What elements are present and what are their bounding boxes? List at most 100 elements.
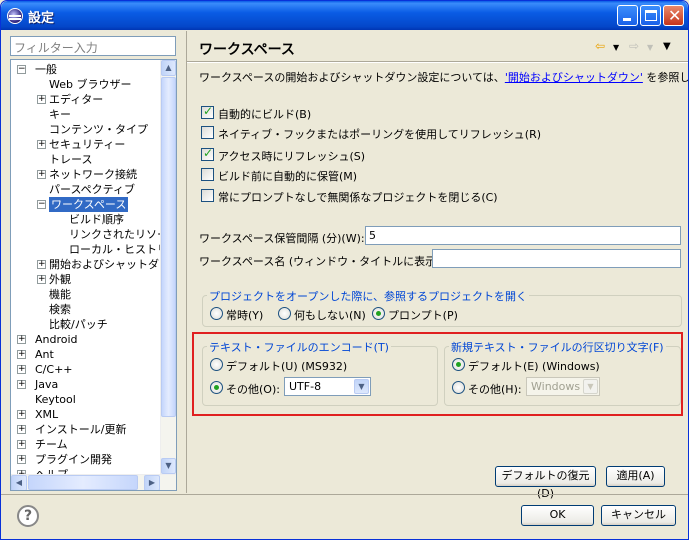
expand-icon[interactable]: + [17,440,26,449]
tree-item[interactable]: − 一般 [11,62,162,77]
tree-item[interactable]: + セキュリティー [11,137,162,152]
radio-prompt-control[interactable] [372,307,385,320]
checkbox-checked[interactable] [201,104,214,119]
tree-item[interactable]: キー [11,107,162,122]
tree-item[interactable]: リンクされたリソース [11,227,162,242]
expand-icon[interactable]: + [17,455,26,464]
open-referenced-projects-title: プロジェクトをオープンした際に、参照するプロジェクトを開く [207,288,530,304]
checkbox-label: アクセス時にリフレッシュ(S) [218,150,366,163]
tree-item-label: ビルド順序 [69,213,124,226]
view-menu-icon[interactable]: ▼ [663,41,671,52]
tree-item[interactable]: コンテンツ・タイプ [11,122,162,137]
forward-dropdown-icon[interactable]: ▼ [647,43,653,52]
tree-item[interactable]: + チーム [11,437,162,452]
tree-list: − 一般 Web ブラウザー + エディター キー コンテンツ・タイプ + セキュリティー トレー… [11,60,162,474]
collapse-icon[interactable]: − [17,65,26,74]
tree-item[interactable]: + Ant [11,347,162,362]
expand-icon[interactable]: + [17,410,26,419]
filter-input[interactable]: フィルター入力 [10,36,176,56]
tree-item-label: Keytool [35,393,76,406]
page-description: ワークスペースの開始およびシャットダウン設定については、'開始およびシャットダウ… [199,69,689,85]
scroll-right-button[interactable]: ▶ [144,475,160,490]
expand-icon[interactable]: + [37,260,46,269]
tree-item[interactable]: + 外観 [11,272,162,287]
tree-item-label: Web ブラウザー [49,78,132,91]
pane-divider[interactable] [186,31,187,493]
expand-icon[interactable]: + [17,380,26,389]
help-icon[interactable]: ? [17,505,39,527]
scroll-down-button[interactable]: ▼ [161,458,176,474]
tree-item-label: XML [35,408,59,421]
back-arrow-icon[interactable]: ⇦ [595,39,605,53]
horizontal-scroll-thumb[interactable] [28,475,138,490]
cancel-button[interactable]: キャンセル [601,505,676,526]
maximize-button[interactable] [640,5,661,26]
tree-item-label: ローカル・ヒストリー [69,243,162,256]
workspace-name-label: ワークスペース名 (ウィンドウ・タイトルに表示)(K): [199,255,460,268]
tree-item[interactable]: + インストール/更新 [11,422,162,437]
tree-item[interactable]: ローカル・ヒストリー [11,242,162,257]
radio-never-control[interactable] [278,307,291,320]
expand-icon[interactable]: + [37,95,46,104]
expand-icon[interactable]: + [17,425,26,434]
tree-item[interactable]: ビルド順序 [11,212,162,227]
tree-item[interactable]: 検索 [11,302,162,317]
description-suffix: を参照してください。 [646,71,689,84]
tree-item-label: Ant [35,348,54,361]
forward-arrow-icon[interactable]: ⇨ [629,39,639,53]
workspace-name-input[interactable] [432,249,681,268]
tree-item[interactable]: 比較/パッチ [11,317,162,332]
tree-item[interactable]: − ワークスペース [11,197,162,212]
scroll-up-button[interactable]: ▲ [161,60,176,76]
tree-item-label: 検索 [49,303,71,316]
tree-item[interactable]: +ヘルプ [11,467,162,474]
tree-item[interactable]: Web ブラウザー [11,77,162,92]
tree-item-label: 開始およびシャットダウン [49,258,162,271]
checkbox-unchecked[interactable] [201,126,214,139]
tree-item[interactable]: +開始およびシャットダウン [11,257,162,272]
back-dropdown-icon[interactable]: ▼ [613,43,619,52]
tree-item[interactable]: + プラグイン開発 [11,452,162,467]
preferences-window: 設定 ✕ フィルター入力 − 一般 Web ブラウザー + エディター キー コンテンツ・タ… [0,0,689,540]
expand-icon[interactable]: + [37,275,46,284]
expand-icon[interactable]: + [17,365,26,374]
startup-shutdown-link[interactable]: '開始およびシャットダウン' [505,71,643,84]
collapse-icon[interactable]: − [37,200,46,209]
tree-item[interactable]: 機能 [11,287,162,302]
title-bar[interactable]: 設定 ✕ [1,1,688,30]
tree-item-label: 比較/パッチ [49,318,108,331]
checkbox-checked[interactable] [201,146,214,161]
apply-button[interactable]: 適用(A) [606,466,665,487]
checkbox-unchecked[interactable] [201,189,214,202]
ok-button[interactable]: OK [521,505,594,526]
scroll-left-button[interactable]: ◀ [11,475,27,490]
tree-item[interactable]: + Java [11,377,162,392]
tree-item-label: ネットワーク接続 [49,168,137,181]
tree-item[interactable]: + C/C++ [11,362,162,377]
maximize-icon [645,10,657,21]
tree-vertical-scrollbar[interactable]: ▲ ▼ [160,60,176,474]
tree-item-label: キー [49,108,71,121]
expand-icon[interactable]: + [37,170,46,179]
restore-defaults-button[interactable]: デフォルトの復元(D) [495,466,596,500]
checkbox-label: 自動的にビルド(B) [218,108,312,121]
tree-item[interactable]: パースペクティブ [11,182,162,197]
save-interval-input[interactable]: 5 [365,226,681,245]
expand-icon[interactable]: + [37,140,46,149]
title-separator-highlight [187,62,688,63]
scroll-thumb[interactable] [161,77,176,417]
radio-always-control[interactable] [210,307,223,320]
tree-item[interactable]: + ネットワーク接続 [11,167,162,182]
close-button[interactable]: ✕ [663,5,684,26]
tree-item[interactable]: + Android [11,332,162,347]
minimize-button[interactable] [617,5,638,26]
tree-item[interactable]: Keytool [11,392,162,407]
checkbox-unchecked[interactable] [201,168,214,181]
tree-item[interactable]: トレース [11,152,162,167]
tree-item[interactable]: + エディター [11,92,162,107]
checkbox-label: ビルド前に自動的に保管(M) [218,170,358,183]
expand-icon[interactable]: + [17,350,26,359]
tree-horizontal-scrollbar[interactable]: ◀ ▶ [11,474,176,490]
expand-icon[interactable]: + [17,335,26,344]
tree-item[interactable]: + XML [11,407,162,422]
